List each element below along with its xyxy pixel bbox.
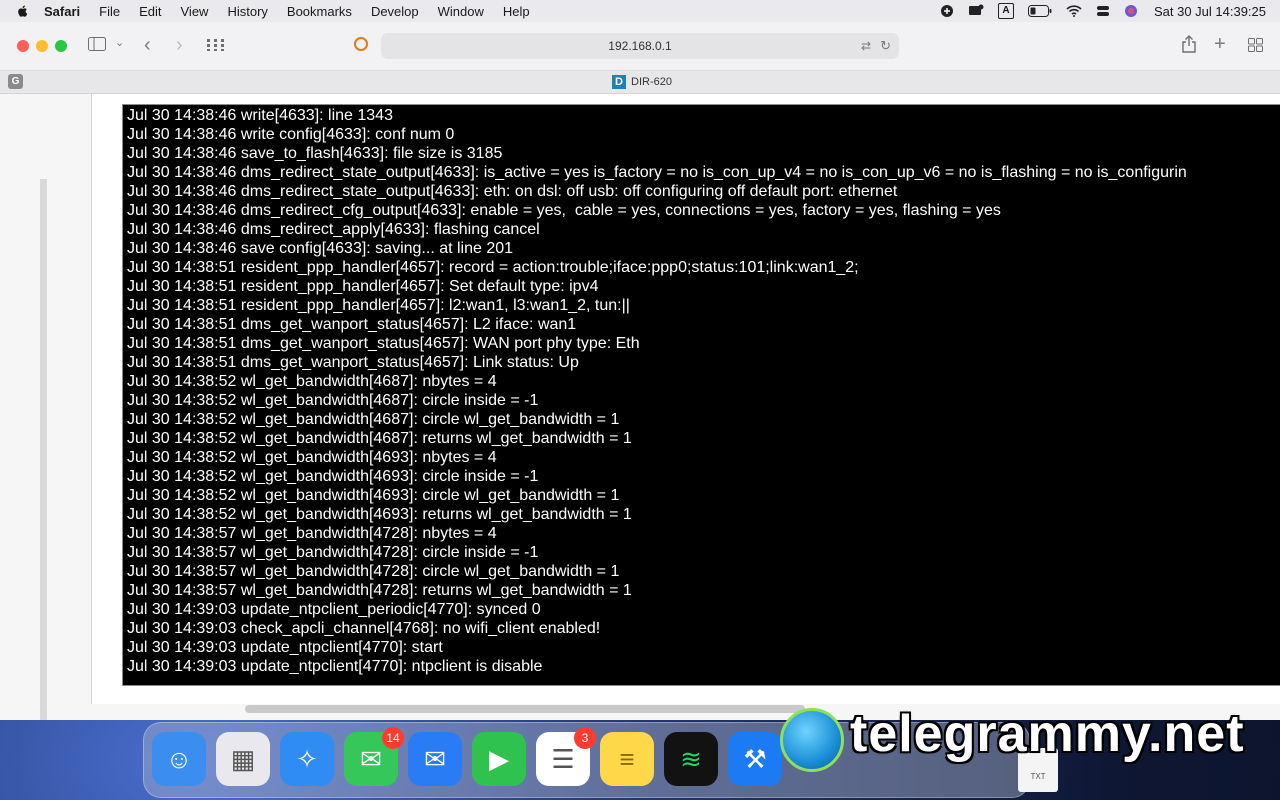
log-line: Jul 30 14:38:52 wl_get_bandwidth[4687]: …: [127, 373, 497, 390]
control-center-icon[interactable]: [1096, 4, 1110, 18]
mail-icon[interactable]: ✉: [408, 732, 462, 786]
watermark-text: telegrammy.net: [850, 705, 1245, 763]
privacy-block-icon[interactable]: [354, 37, 368, 51]
tab-title-label: DIR-620: [631, 76, 672, 88]
apple-menu-icon[interactable]: [16, 4, 30, 18]
log-line: Jul 30 14:38:52 wl_get_bandwidth[4693]: …: [127, 468, 539, 485]
log-line: Jul 30 14:39:03 update_ntpclient[4770]: …: [127, 658, 543, 675]
syslog-lines: Jul 30 14:38:46 write[4633]: line 1343 Ju…: [127, 106, 1280, 676]
log-line: Jul 30 14:38:57 wl_get_bandwidth[4728]: …: [127, 563, 620, 580]
translate-icon[interactable]: ⇄: [861, 33, 871, 59]
tab-dir-620[interactable]: D DIR-620: [612, 71, 672, 93]
menu-file[interactable]: File: [99, 4, 120, 19]
log-line: Jul 30 14:38:51 resident_ppp_handler[465…: [127, 259, 859, 276]
reload-icon[interactable]: ↻: [880, 33, 891, 59]
minimize-window-button[interactable]: [36, 40, 48, 52]
log-line: Jul 30 14:38:46 dms_redirect_cfg_output[…: [127, 202, 1001, 219]
close-window-button[interactable]: [17, 40, 29, 52]
xcode-icon[interactable]: ⚒: [728, 732, 782, 786]
page-left-margin: [0, 94, 40, 720]
wifi-icon[interactable]: [1066, 5, 1082, 17]
tab-grid-icon[interactable]: [1248, 38, 1263, 57]
tab-group-button[interactable]: G: [8, 74, 23, 89]
log-line: Jul 30 14:39:03 check_apcli_channel[4768…: [127, 620, 601, 637]
log-line: Jul 30 14:38:51 dms_get_wanport_status[4…: [127, 354, 579, 371]
share-icon[interactable]: [1182, 35, 1196, 58]
log-line: Jul 30 14:38:52 wl_get_bandwidth[4687]: …: [127, 411, 620, 428]
menu-window[interactable]: Window: [438, 4, 484, 19]
log-line: Jul 30 14:38:57 wl_get_bandwidth[4728]: …: [127, 544, 539, 561]
log-line: Jul 30 14:38:52 wl_get_bandwidth[4687]: …: [127, 430, 632, 447]
notification-icon[interactable]: [968, 4, 984, 18]
notes-icon[interactable]: ≡: [600, 732, 654, 786]
address-text: 192.168.0.1: [608, 39, 672, 53]
input-source-label: A: [997, 3, 1014, 19]
log-line: Jul 30 14:38:51 resident_ppp_handler[465…: [127, 297, 630, 314]
input-source-icon[interactable]: A: [997, 3, 1014, 19]
log-line: Jul 30 14:38:52 wl_get_bandwidth[4693]: …: [127, 449, 497, 466]
menu-bar: Safari File Edit View History Bookmarks …: [0, 0, 1280, 22]
log-line: Jul 30 14:38:52 wl_get_bandwidth[4693]: …: [127, 487, 620, 504]
menu-edit[interactable]: Edit: [139, 4, 161, 19]
log-line: Jul 30 14:38:57 wl_get_bandwidth[4728]: …: [127, 582, 632, 599]
menu-view[interactable]: View: [181, 4, 209, 19]
battery-icon[interactable]: [1027, 5, 1052, 17]
log-line: Jul 30 14:38:57 wl_get_bandwidth[4728]: …: [127, 525, 497, 542]
log-line: Jul 30 14:38:51 dms_get_wanport_status[4…: [127, 335, 640, 352]
log-line: Jul 30 14:38:52 wl_get_bandwidth[4687]: …: [127, 392, 539, 409]
log-line: Jul 30 14:38:46 write[4633]: line 1343: [127, 107, 393, 124]
web-page: Jul 30 14:38:46 write[4633]: line 1343 Ju…: [0, 94, 1280, 720]
log-line: Jul 30 14:38:51 dms_get_wanport_status[4…: [127, 316, 577, 333]
app-badge: 14: [382, 727, 404, 749]
sidebar-toggle-icon[interactable]: [88, 37, 106, 56]
menu-help[interactable]: Help: [503, 4, 530, 19]
log-line: Jul 30 14:39:03 update_ntpclient[4770]: …: [127, 639, 443, 656]
log-line: Jul 30 14:38:46 dms_redirect_state_outpu…: [127, 183, 898, 200]
dlink-favicon-icon: D: [612, 75, 626, 89]
safari-window: ⌄ ‹ › 192.168.0.1 ⇄ ↻ + G D DIR-620 Jul …: [0, 22, 1280, 720]
menu-bookmarks[interactable]: Bookmarks: [287, 4, 352, 19]
finder-icon[interactable]: ☺: [152, 732, 206, 786]
facetime-icon[interactable]: ▶: [472, 732, 526, 786]
menu-app-safari[interactable]: Safari: [44, 4, 80, 19]
menu-history[interactable]: History: [227, 4, 267, 19]
spotify-icon[interactable]: ≋: [664, 732, 718, 786]
text-file-label: TXT: [1030, 772, 1046, 781]
log-line: Jul 30 14:38:46 save_to_flash[4633]: fil…: [127, 145, 503, 162]
app-badge: 3: [574, 727, 596, 749]
fullscreen-window-button[interactable]: [55, 40, 67, 52]
forward-icon[interactable]: ›: [176, 34, 183, 57]
menu-develop[interactable]: Develop: [371, 4, 419, 19]
log-line: Jul 30 14:38:46 dms_redirect_state_outpu…: [127, 164, 1187, 181]
browser-toolbar: ⌄ ‹ › 192.168.0.1 ⇄ ↻ +: [0, 22, 1280, 71]
chevron-down-icon[interactable]: ⌄: [115, 36, 124, 49]
new-tab-icon[interactable]: +: [1214, 33, 1226, 56]
page-left-rail: [40, 179, 47, 720]
horizontal-scrollbar[interactable]: [245, 705, 805, 713]
back-icon[interactable]: ‹: [144, 34, 151, 57]
log-line: Jul 30 14:38:46 dms_redirect_apply[4633]…: [127, 221, 540, 238]
log-line: Jul 30 14:38:51 resident_ppp_handler[465…: [127, 278, 599, 295]
menubar-clock[interactable]: Sat 30 Jul 14:39:25: [1154, 4, 1266, 19]
launchpad-icon[interactable]: ▦: [216, 732, 270, 786]
vpn-status-icon[interactable]: [940, 4, 954, 18]
log-line: Jul 30 14:38:52 wl_get_bandwidth[4693]: …: [127, 506, 632, 523]
log-line: Jul 30 14:39:03 update_ntpclient_periodi…: [127, 601, 541, 618]
telegram-logo-icon: [780, 708, 844, 772]
syslog-console[interactable]: Jul 30 14:38:46 write[4633]: line 1343 Ju…: [122, 104, 1280, 686]
tab-bar: G D DIR-620: [0, 71, 1280, 94]
tab-overview-icon[interactable]: [207, 38, 224, 56]
log-line: Jul 30 14:38:46 write config[4633]: conf…: [127, 126, 455, 143]
log-line: Jul 30 14:38:46 save config[4633]: savin…: [127, 240, 514, 257]
safari-icon[interactable]: ✧: [280, 732, 334, 786]
address-bar[interactable]: 192.168.0.1 ⇄ ↻: [381, 33, 899, 59]
siri-icon[interactable]: [1124, 4, 1138, 18]
